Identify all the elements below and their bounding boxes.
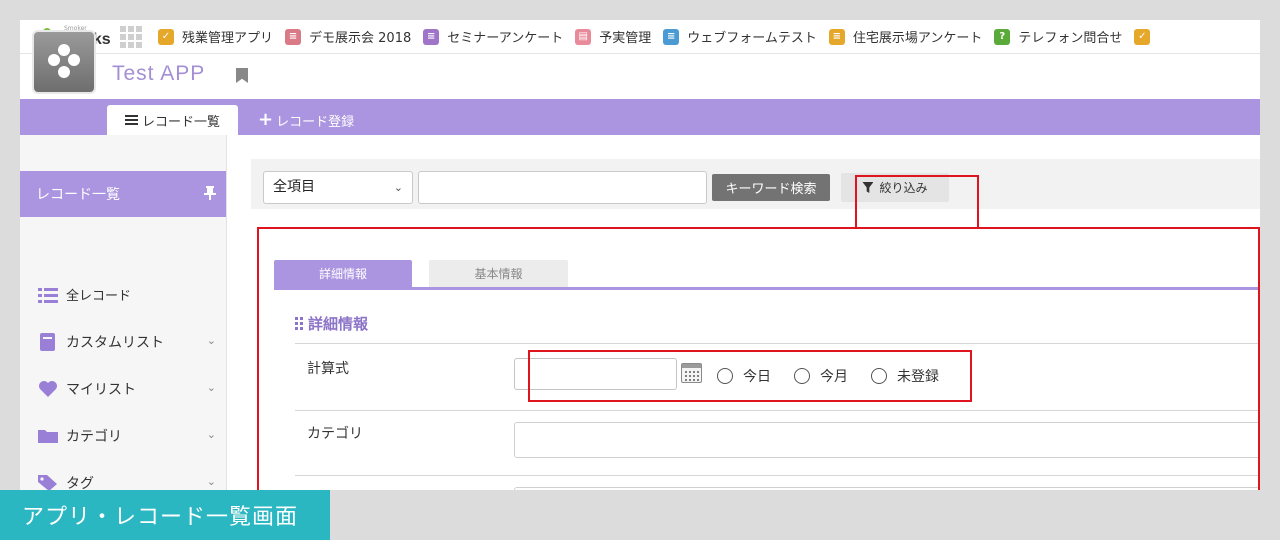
divider [295,475,1260,476]
sidebar-item-label: マイリスト [66,382,136,398]
radio-circle-icon [717,368,733,384]
radio-label: 今月 [820,369,848,385]
app-window: Smoker Works ✓残業管理アプリ≡デモ展示会 2018≡セミナーアンケ… [20,20,1260,490]
app-shortcut-link[interactable]: ✓ 残業管理アプリ [158,27,273,46]
app-shortcut-list: ✓ 残業管理アプリ ≡ デモ展示会 2018 ≡ セミナーアンケート ▤ 予実管理 ≡ ウェブフォ… [158,27,1170,46]
sidebar-item-custom-list[interactable]: カスタムリスト ⌄ [38,332,216,352]
sidebar-active-label: レコード一覧 [36,187,120,203]
app-shortcut-label: セミナーアンケート [447,31,564,46]
app-grid-icon[interactable] [120,25,144,48]
record-tab-bar: レコード一覧 + レコード登録 [20,99,1260,135]
tab-basic-info[interactable]: 基本情報 [429,260,568,287]
radio-label: 未登録 [897,369,939,385]
chevron-down-icon[interactable]: ⌄ [207,428,216,441]
app-shortcut-icon: ≡ [663,28,680,45]
tab-detail-info[interactable]: 詳細情報 [274,260,412,287]
field-label-category: カテゴリ [307,426,363,442]
sidebar-item-label: カスタムリスト [66,335,164,351]
main-content: 全項目 ⌄ キーワード検索 絞り込み 詳細情報 基本情報 詳細情報 計算式 今日… [227,135,1260,490]
book-icon [38,333,58,351]
app-shortcut-label: 予実管理 [599,31,652,46]
app-avatar [32,30,96,94]
list-icon [124,114,138,126]
radio-unregistered[interactable]: 未登録 [871,366,939,386]
folder-icon [38,427,58,445]
search-scope-select[interactable]: 全項目 ⌄ [263,171,413,204]
sidebar-item-label: タグ [66,476,94,490]
tag-input[interactable] [514,487,1260,490]
sidebar-item-category[interactable]: カテゴリ ⌄ [38,426,216,446]
app-shortcut-label: ウェブフォームテスト [687,31,817,46]
app-shortcut-link[interactable]: ? テレフォン問合せ [994,27,1122,46]
list-icon [38,286,58,304]
pin-icon[interactable] [204,186,216,200]
app-shortcut-label: デモ展示会 2018 [309,31,412,46]
tag-icon [38,474,58,490]
tab-record-add-label: レコード登録 [276,114,355,130]
divider [295,343,1260,344]
radio-this-month[interactable]: 今月 [794,366,848,386]
funnel-icon [862,182,874,193]
tab-record-add[interactable]: + レコード登録 [258,105,354,135]
app-shortcut-icon: ? [994,28,1011,45]
tab-underline [274,287,1260,290]
section-title-label: 詳細情報 [308,315,369,333]
app-shortcut-link[interactable]: ≡ セミナーアンケート [423,27,563,46]
app-shortcut-icon: ≡ [285,28,302,45]
app-shortcut-label: 残業管理アプリ [182,31,274,46]
section-title: 詳細情報 [295,313,368,334]
tab-record-list[interactable]: レコード一覧 [107,105,238,135]
app-shortcut-link[interactable]: ≡ 住宅展示場アンケート [828,27,983,46]
app-shortcut-link[interactable]: ≡ デモ展示会 2018 [285,27,411,46]
search-bar: 全項目 ⌄ キーワード検索 絞り込み [251,159,1260,209]
radio-label: 今日 [743,369,771,385]
category-input[interactable] [514,422,1260,458]
search-scope-value: 全項目 [273,179,315,195]
sidebar-item-label: カテゴリ [66,429,122,445]
radio-circle-icon [871,368,887,384]
app-shortcut-icon: ✓ [158,28,174,45]
app-launcher-bar: Smoker Works ✓残業管理アプリ≡デモ展示会 2018≡セミナーアンケ… [20,20,1260,54]
calendar-icon[interactable] [681,363,702,383]
tab-record-list-label: レコード一覧 [141,114,220,130]
app-shortcut-icon: ▤ [575,28,592,45]
chevron-down-icon[interactable]: ⌄ [207,334,216,347]
chevron-down-icon[interactable]: ⌄ [207,475,216,488]
app-shortcut-link[interactable]: ▤ 予実管理 [575,27,651,46]
divider [295,410,1260,411]
chevron-down-icon[interactable]: ⌄ [207,381,216,394]
chevron-down-icon: ⌄ [393,181,403,194]
plus-icon: + [258,109,274,130]
filter-button[interactable]: 絞り込み [841,173,949,202]
app-shortcut-label: テレフォン問合せ [1018,31,1123,46]
calc-date-input[interactable] [514,358,677,390]
sidebar-item-my-list[interactable]: マイリスト ⌄ [38,379,216,399]
radio-today[interactable]: 今日 [717,366,771,386]
sidebar-item-all-records[interactable]: 全レコード [38,285,216,304]
app-shortcut-link[interactable]: ≡ ウェブフォームテスト [663,27,817,46]
field-label-calc: 計算式 [307,361,349,377]
app-title: Test APP [112,62,206,85]
sidebar-item-label: 全レコード [66,289,132,304]
app-shortcut-icon: ≡ [828,28,845,45]
app-shortcut-link[interactable]: ✓ [1134,28,1158,45]
drag-handle-icon [295,317,303,330]
filter-panel: 詳細情報 基本情報 詳細情報 計算式 今日 今月 未登録 カテゴリ [259,233,1260,490]
bookmark-icon[interactable] [236,68,248,83]
app-shortcut-icon: ≡ [423,28,440,45]
app-header: Test APP [20,54,1260,99]
keyword-search-button[interactable]: キーワード検索 [712,174,830,201]
sidebar-item-tag[interactable]: タグ ⌄ [38,473,216,490]
radio-circle-icon [794,368,810,384]
sidebar-item-record-list[interactable]: レコード一覧 [20,171,226,217]
app-shortcut-icon: ✓ [1134,28,1151,45]
caption-label: アプリ・レコード一覧画面 [0,490,330,540]
sidebar: レコード一覧 全レコード カスタムリスト ⌄ マイリスト ⌄ カテゴリ ⌄ タグ… [20,135,227,490]
app-shortcut-label: 住宅展示場アンケート [852,31,983,46]
keyword-input[interactable] [418,171,707,204]
filter-button-label: 絞り込み [879,181,928,195]
heart-icon [38,380,58,398]
